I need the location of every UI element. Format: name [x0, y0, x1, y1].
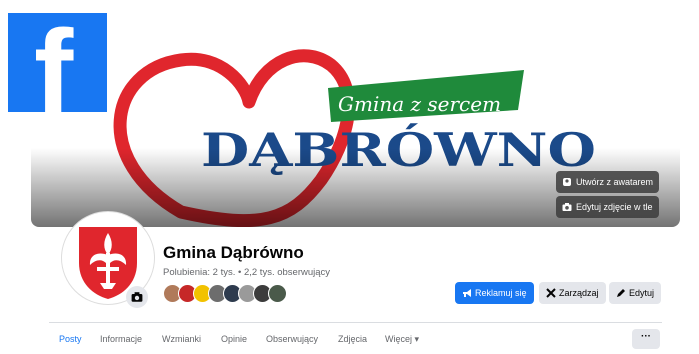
follower-avatars[interactable]	[163, 284, 303, 304]
facebook-page: f Gmina z sercem DĄBRÓWNO Utwórz z awata…	[0, 0, 699, 354]
change-profile-photo-button[interactable]	[126, 286, 148, 308]
edit-button[interactable]: Edytuj	[609, 282, 662, 304]
pencil-icon	[617, 289, 625, 297]
manage-button[interactable]: Zarządzaj	[539, 282, 606, 304]
slogan-text: Gmina z sercem	[338, 92, 501, 116]
tools-icon	[546, 288, 556, 298]
camera-icon	[562, 203, 572, 211]
page-title: Gmina Dąbrówno	[163, 243, 304, 262]
megaphone-icon	[463, 289, 471, 297]
facebook-logo-letter: f	[34, 13, 74, 112]
tab-mentions[interactable]: Wzmianki	[162, 334, 201, 344]
more-options-button[interactable]: ···	[632, 329, 660, 349]
promote-label: Reklamuj się	[475, 288, 527, 298]
edit-cover-photo-button[interactable]: Edytuj zdjęcie w tle	[556, 196, 659, 218]
camera-icon	[131, 292, 143, 302]
manage-label: Zarządzaj	[559, 288, 599, 298]
tab-photos[interactable]: Zdjęcia	[338, 334, 367, 344]
tab-reviews[interactable]: Opinie	[221, 334, 247, 344]
follower-avatar[interactable]	[268, 284, 287, 303]
tab-followers[interactable]: Obserwujący	[266, 334, 318, 344]
create-with-avatar-label: Utwórz z awatarem	[576, 177, 654, 187]
tab-more[interactable]: Więcej ▾	[385, 334, 419, 345]
ellipsis-icon: ···	[641, 331, 651, 342]
page-stats[interactable]: Polubienia: 2 tys. • 2,2 tys. obserwując…	[163, 267, 330, 278]
tab-about[interactable]: Informacje	[100, 334, 142, 344]
edit-cover-photo-label: Edytuj zdjęcie w tle	[576, 202, 653, 212]
tab-posts[interactable]: Posty	[59, 334, 82, 344]
facebook-logo: f	[8, 13, 107, 112]
header-divider	[49, 322, 662, 323]
cover-photo[interactable]: Gmina z sercem DĄBRÓWNO Utwórz z awatare…	[31, 30, 680, 227]
promote-button[interactable]: Reklamuj się	[455, 282, 534, 304]
avatar-icon	[563, 178, 571, 186]
edit-label: Edytuj	[629, 288, 655, 298]
create-with-avatar-button[interactable]: Utwórz z awatarem	[556, 171, 660, 193]
